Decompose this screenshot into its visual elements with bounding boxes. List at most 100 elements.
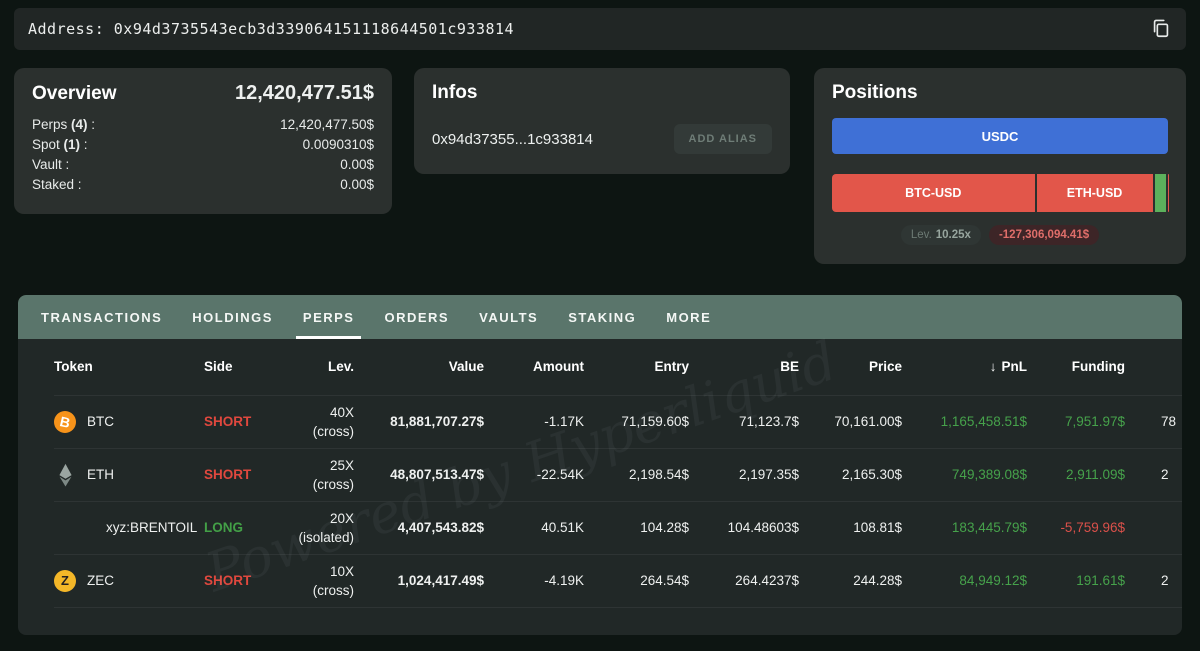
overview-total: 12,420,477.51$ [235,82,374,105]
copy-icon [1150,17,1172,42]
amount-cell: -22.54K [484,448,584,501]
infos-title: Infos [432,82,772,104]
perps-position-bar: BTC-USD ETH-USD [832,174,1168,212]
table-row[interactable]: xyz:BRENTOIL LONG 20X(isolated) 4,407,54… [54,501,1182,554]
tab-perps[interactable]: PERPS [288,295,370,339]
eth-icon [54,463,76,487]
entry-cell: 2,198.54$ [584,448,689,501]
side-cell: SHORT [204,448,279,501]
col-token: Token [54,339,204,395]
zec-icon: Z [54,570,76,592]
be-cell: 2,197.35$ [689,448,799,501]
pnl-cell: 84,949.12$ [902,554,1027,607]
table-row[interactable]: Z ZEC SHORT 10X(cross) 1,024,417.49$ -4.… [54,554,1182,607]
token-name: xyz:BRENTOIL [106,520,197,535]
funding-cell: 7,951.97$ [1027,395,1125,448]
col-be: BE [689,339,799,395]
overview-vault-value: 0.00$ [340,155,374,175]
overview-card: Overview 12,420,477.51$ Perps (4) : 12,4… [14,68,392,214]
positions-card: Positions USDC BTC-USD ETH-USD Lev.10.25… [814,68,1186,264]
value-cell: 1,024,417.49$ [354,554,484,607]
sort-desc-icon: ↓ [990,359,997,374]
overview-perps-value: 12,420,477.50$ [280,115,374,135]
positions-title: Positions [832,82,1168,104]
copy-address-button[interactable] [1150,17,1172,42]
tab-vaults[interactable]: VAULTS [464,295,553,339]
side-cell: LONG [204,501,279,554]
usdc-bar-label: USDC [982,129,1019,144]
value-cell: 4,407,543.82$ [354,501,484,554]
tab-staking[interactable]: STAKING [553,295,651,339]
clipped-cell [1125,501,1182,554]
col-amount: Amount [484,339,584,395]
btc-icon: B [54,411,76,433]
col-extra [1125,339,1182,395]
overview-row-staked: Staked : 0.00$ [32,175,374,195]
lev-cell: 25X(cross) [279,448,354,501]
amount-cell: 40.51K [484,501,584,554]
funding-cell: -5,759.96$ [1027,501,1125,554]
perps-table: Token Side Lev. Value Amount Entry BE Pr… [54,339,1182,608]
table-row[interactable]: B BTC SHORT 40X(cross) 81,881,707.27$ -1… [54,395,1182,448]
be-cell: 71,123.7$ [689,395,799,448]
tab-bar: TRANSACTIONS HOLDINGS PERPS ORDERS VAULT… [18,295,1182,339]
pnl-cell: 1,165,458.51$ [902,395,1027,448]
usdc-position-bar[interactable]: USDC [832,118,1168,154]
tab-transactions[interactable]: TRANSACTIONS [26,295,177,339]
infos-card: Infos 0x94d37355...1c933814 ADD ALIAS [414,68,790,174]
token-name: BTC [87,414,114,429]
tab-holdings[interactable]: HOLDINGS [177,295,288,339]
col-lev: Lev. [279,339,354,395]
address-bar: Address: 0x94d3735543ecb3d33906415111864… [14,8,1186,50]
address-label: Address: 0x94d3735543ecb3d33906415111864… [28,20,514,38]
overview-spot-value: 0.0090310$ [303,135,374,155]
table-row[interactable]: ETH SHORT 25X(cross) 48,807,513.47$ -22.… [54,448,1182,501]
col-pnl[interactable]: ↓PnL [902,339,1027,395]
total-pnl-badge: -127,306,094.41$ [989,225,1099,245]
amount-cell: -4.19K [484,554,584,607]
lev-cell: 20X(isolated) [279,501,354,554]
add-alias-button[interactable]: ADD ALIAS [674,124,772,154]
overview-row-vault: Vault : 0.00$ [32,155,374,175]
main-panel: TRANSACTIONS HOLDINGS PERPS ORDERS VAULT… [18,295,1182,635]
value-cell: 48,807,513.47$ [354,448,484,501]
price-cell: 70,161.00$ [799,395,902,448]
short-address: 0x94d37355...1c933814 [432,131,593,148]
funding-cell: 2,911.09$ [1027,448,1125,501]
price-cell: 2,165.30$ [799,448,902,501]
be-cell: 264.4237$ [689,554,799,607]
green-segment[interactable] [1155,174,1166,212]
btc-usd-segment[interactable]: BTC-USD [832,174,1035,212]
amount-cell: -1.17K [484,395,584,448]
overview-title: Overview [32,83,117,105]
overview-staked-value: 0.00$ [340,175,374,195]
side-cell: SHORT [204,395,279,448]
pnl-cell: 749,389.08$ [902,448,1027,501]
overview-row-spot: Spot (1) : 0.0090310$ [32,135,374,155]
price-cell: 108.81$ [799,501,902,554]
tab-orders[interactable]: ORDERS [369,295,464,339]
col-price: Price [799,339,902,395]
tab-more[interactable]: MORE [651,295,726,339]
price-cell: 244.28$ [799,554,902,607]
entry-cell: 104.28$ [584,501,689,554]
leverage-badge: Lev.10.25x [901,225,981,245]
table-header-row: Token Side Lev. Value Amount Entry BE Pr… [54,339,1182,395]
funding-cell: 191.61$ [1027,554,1125,607]
col-entry: Entry [584,339,689,395]
side-cell: SHORT [204,554,279,607]
pnl-cell: 183,445.79$ [902,501,1027,554]
eth-usd-segment[interactable]: ETH-USD [1037,174,1153,212]
col-value: Value [354,339,484,395]
overview-row-perps: Perps (4) : 12,420,477.50$ [32,115,374,135]
entry-cell: 264.54$ [584,554,689,607]
entry-cell: 71,159.60$ [584,395,689,448]
token-name: ZEC [87,573,114,588]
col-side: Side [204,339,279,395]
be-cell: 104.48603$ [689,501,799,554]
perps-table-wrap: Token Side Lev. Value Amount Entry BE Pr… [18,339,1182,608]
lev-cell: 40X(cross) [279,395,354,448]
value-cell: 81,881,707.27$ [354,395,484,448]
clipped-cell: 2 [1125,554,1182,607]
lev-cell: 10X(cross) [279,554,354,607]
